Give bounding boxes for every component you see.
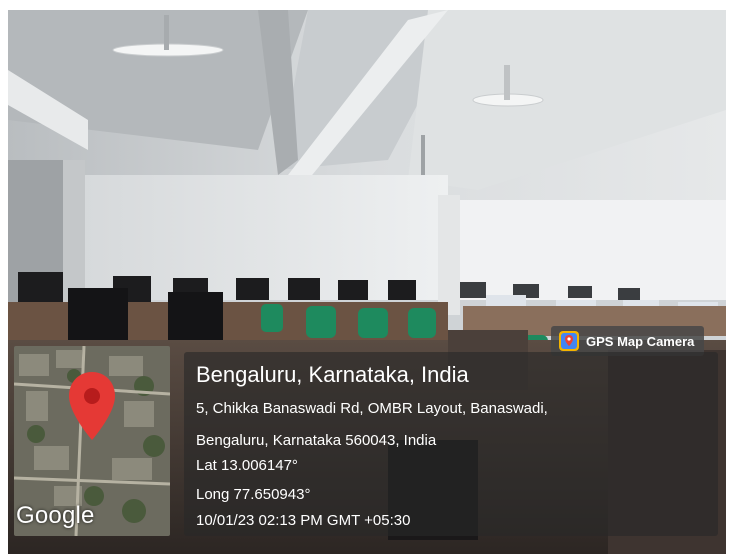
- satellite-map-thumbnail: Google: [14, 346, 170, 536]
- image-frame: GPS Map Camera Google Bengaluru, Karnata…: [0, 0, 734, 554]
- location-title: Bengaluru, Karnataka, India: [196, 362, 469, 387]
- badge-app-name: GPS Map Camera: [586, 333, 695, 349]
- latitude-text: Lat 13.006147°: [196, 457, 298, 474]
- longitude-text: Long 77.650943°: [196, 486, 311, 503]
- gps-map-camera-app-icon: [559, 331, 579, 351]
- timestamp-text: 10/01/23 02:13 PM GMT +05:30: [196, 512, 411, 529]
- address-line-2: Bengaluru, Karnataka 560043, India: [196, 432, 437, 449]
- location-info-panel: Bengaluru, Karnataka, India 5, Chikka Ba…: [184, 352, 718, 536]
- address-line-1: 5, Chikka Banaswadi Rd, OMBR Layout, Ban…: [196, 400, 548, 417]
- google-logo: Google: [16, 502, 95, 529]
